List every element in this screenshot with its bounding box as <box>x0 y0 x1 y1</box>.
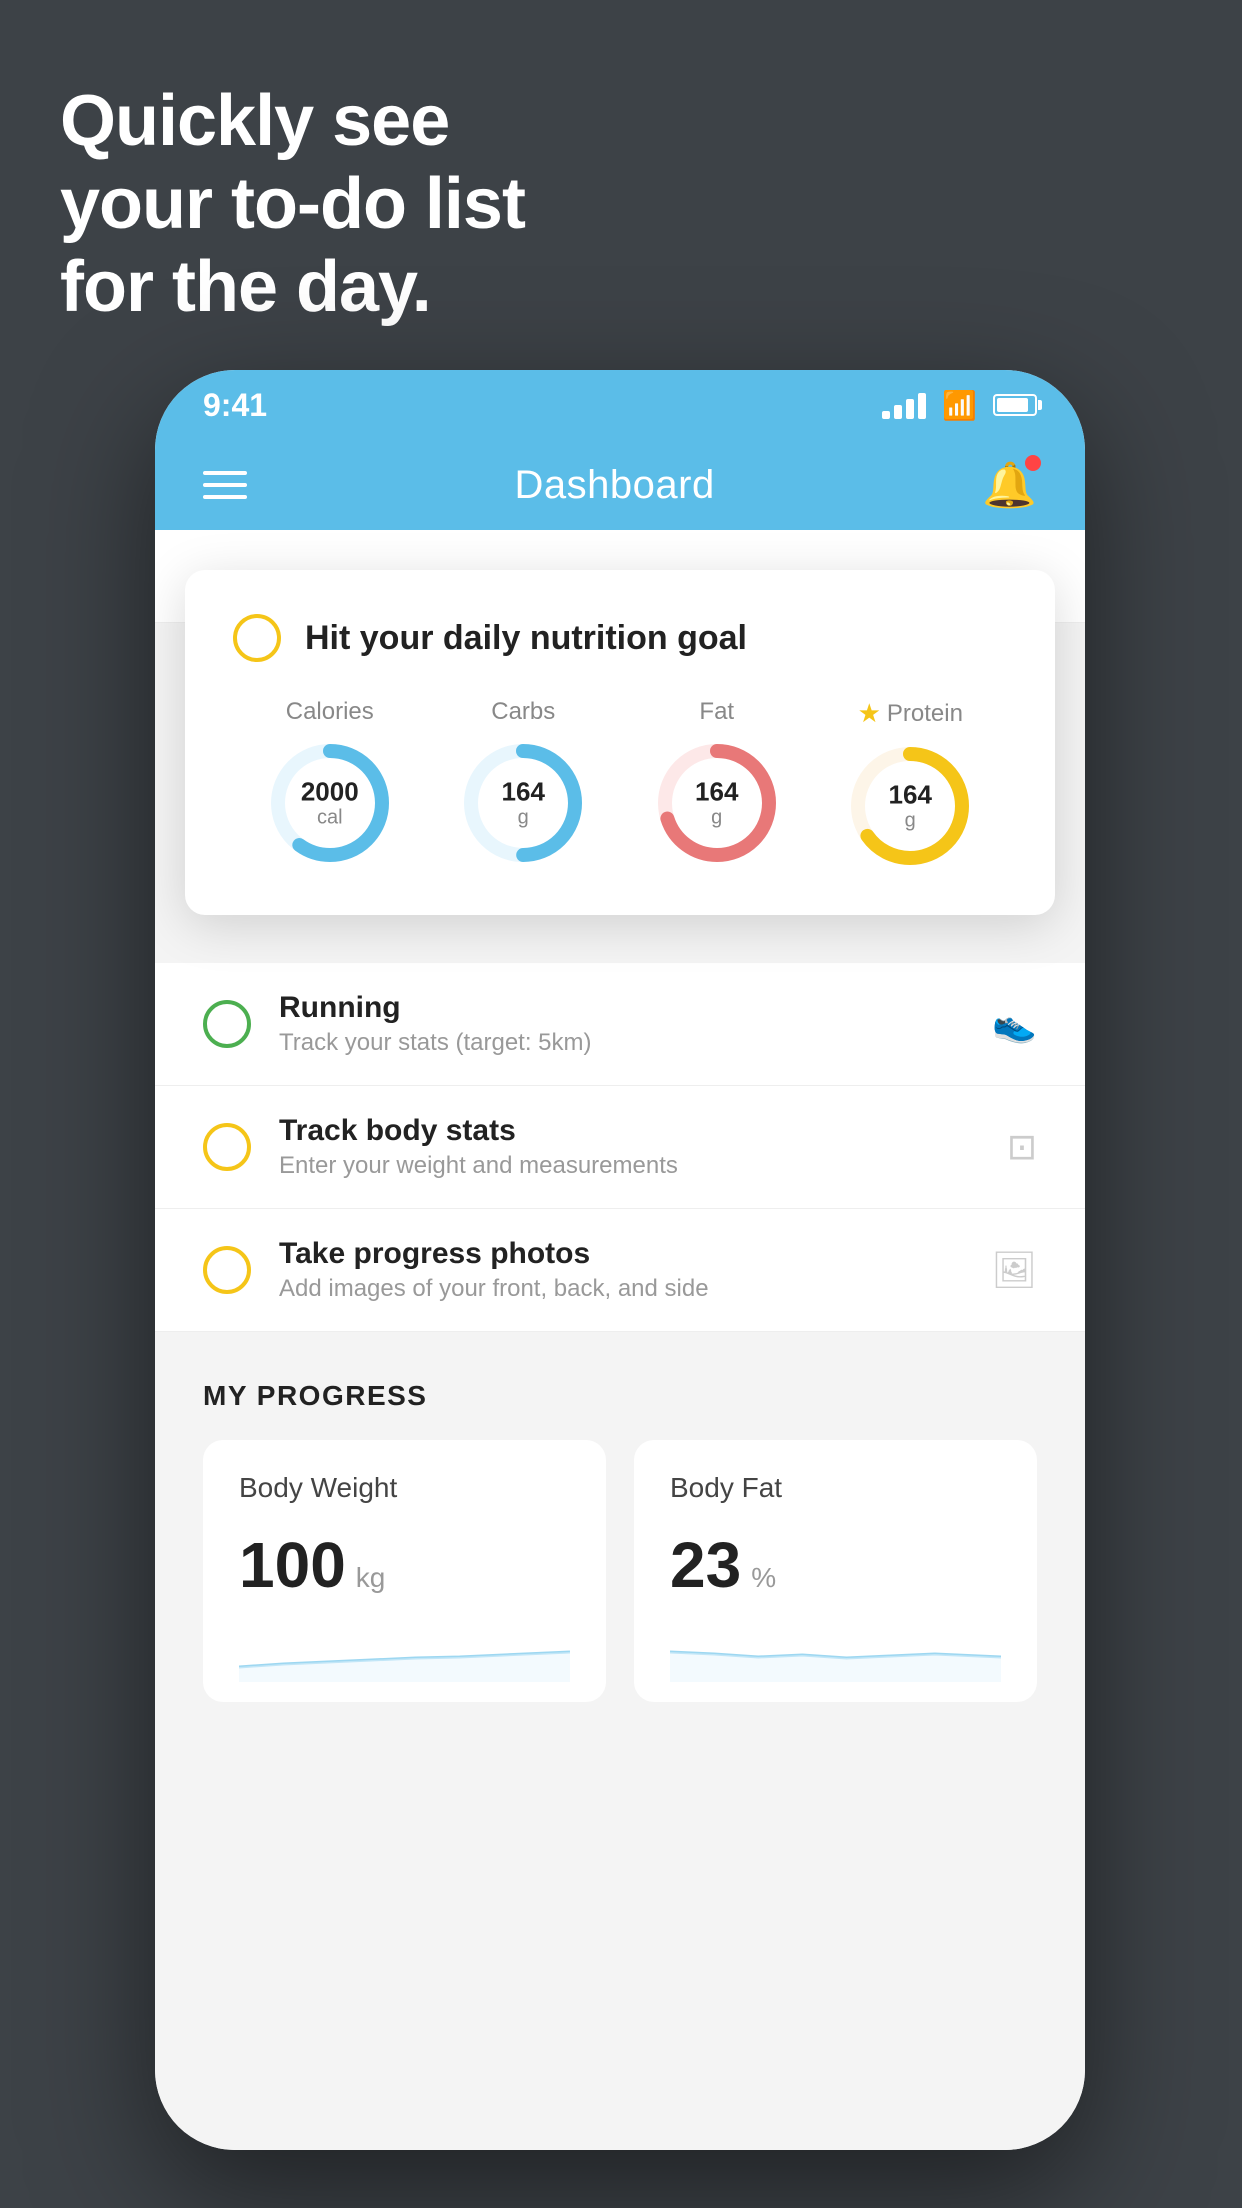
todo-item-photos[interactable]: Take progress photos Add images of your … <box>155 1209 1085 1332</box>
phone-mockup: 9:41 📶 Dashboard 🔔 THINGS TO DO TODAY <box>155 370 1085 2150</box>
app-content: THINGS TO DO TODAY Hit your daily nutrit… <box>155 530 1085 2150</box>
running-radio[interactable] <box>203 1000 251 1048</box>
nutrition-radio[interactable] <box>233 614 281 662</box>
my-progress-title: MY PROGRESS <box>203 1380 1037 1412</box>
carbs-label: Carbs <box>491 698 555 726</box>
running-subtitle: Track your stats (target: 5km) <box>279 1029 964 1057</box>
my-progress-section: MY PROGRESS Body Weight 100 kg <box>155 1380 1085 1702</box>
body-weight-chart <box>239 1622 570 1682</box>
calories-label: Calories <box>286 698 374 726</box>
calories-donut: 2000 cal <box>265 738 395 868</box>
calories-value: 2000 <box>301 778 359 807</box>
body-stats-subtitle: Enter your weight and measurements <box>279 1152 979 1180</box>
body-weight-card: Body Weight 100 kg <box>203 1440 606 1702</box>
fat-item: Fat 164 g <box>652 698 782 868</box>
star-icon: ★ <box>858 698 881 729</box>
calories-item: Calories 2000 cal <box>265 698 395 868</box>
body-fat-value-row: 23 % <box>670 1528 1001 1602</box>
protein-item: ★ Protein 164 g <box>845 698 975 871</box>
hero-text: Quickly see your to-do list for the day. <box>60 80 525 328</box>
protein-unit: g <box>889 809 932 831</box>
notification-dot <box>1025 455 1041 471</box>
nutrition-card-title: Hit your daily nutrition goal <box>305 619 747 658</box>
scale-icon: ⊡ <box>1007 1126 1037 1168</box>
status-icons: 📶 <box>882 389 1037 422</box>
fat-text: 164 g <box>695 778 738 829</box>
protein-donut: 164 g <box>845 741 975 871</box>
carbs-donut: 164 g <box>458 738 588 868</box>
body-stats-text: Track body stats Enter your weight and m… <box>279 1114 979 1180</box>
protein-text: 164 g <box>889 781 932 832</box>
body-weight-value-row: 100 kg <box>239 1528 570 1602</box>
carbs-item: Carbs 164 g <box>458 698 588 868</box>
battery-icon <box>993 394 1037 416</box>
signal-icon <box>882 391 926 419</box>
nutrition-grid: Calories 2000 cal Carbs <box>233 698 1007 871</box>
photos-text: Take progress photos Add images of your … <box>279 1237 963 1303</box>
nutrition-card: Hit your daily nutrition goal Calories 2… <box>185 570 1055 915</box>
status-time: 9:41 <box>203 387 267 424</box>
carbs-value: 164 <box>502 778 545 807</box>
todo-list: Running Track your stats (target: 5km) 👟… <box>155 963 1085 1332</box>
protein-label: Protein <box>887 700 963 728</box>
carbs-unit: g <box>502 806 545 828</box>
protein-value: 164 <box>889 781 932 810</box>
body-fat-card: Body Fat 23 % <box>634 1440 1037 1702</box>
running-text: Running Track your stats (target: 5km) <box>279 991 964 1057</box>
todo-item-body-stats[interactable]: Track body stats Enter your weight and m… <box>155 1086 1085 1209</box>
header-title: Dashboard <box>515 463 715 508</box>
photo-icon: 🖼 <box>991 1249 1037 1291</box>
body-fat-card-title: Body Fat <box>670 1472 1001 1504</box>
progress-cards: Body Weight 100 kg Body Fat <box>203 1440 1037 1702</box>
notification-bell[interactable]: 🔔 <box>982 459 1037 511</box>
fat-donut: 164 g <box>652 738 782 868</box>
fat-label: Fat <box>699 698 734 726</box>
fat-value: 164 <box>695 778 738 807</box>
photos-title: Take progress photos <box>279 1237 963 1271</box>
photos-radio[interactable] <box>203 1246 251 1294</box>
app-header: Dashboard 🔔 <box>155 440 1085 530</box>
protein-label-row: ★ Protein <box>858 698 963 729</box>
shoe-icon: 👟 <box>992 1003 1037 1045</box>
calories-text: 2000 cal <box>301 778 359 829</box>
fat-unit: g <box>695 806 738 828</box>
hamburger-menu[interactable] <box>203 471 247 499</box>
running-title: Running <box>279 991 964 1025</box>
body-fat-chart <box>670 1622 1001 1682</box>
photos-subtitle: Add images of your front, back, and side <box>279 1275 963 1303</box>
hero-line3: for the day. <box>60 246 525 329</box>
calories-unit: cal <box>301 806 359 828</box>
status-bar: 9:41 📶 <box>155 370 1085 440</box>
card-header: Hit your daily nutrition goal <box>233 614 1007 662</box>
body-stats-title: Track body stats <box>279 1114 979 1148</box>
body-weight-unit: kg <box>356 1562 386 1594</box>
todo-item-running[interactable]: Running Track your stats (target: 5km) 👟 <box>155 963 1085 1086</box>
hero-line2: your to-do list <box>60 163 525 246</box>
hero-line1: Quickly see <box>60 80 525 163</box>
body-weight-card-title: Body Weight <box>239 1472 570 1504</box>
wifi-icon: 📶 <box>942 389 977 422</box>
carbs-text: 164 g <box>502 778 545 829</box>
body-fat-unit: % <box>751 1562 776 1594</box>
body-weight-value: 100 <box>239 1528 346 1602</box>
body-stats-radio[interactable] <box>203 1123 251 1171</box>
body-fat-value: 23 <box>670 1528 741 1602</box>
